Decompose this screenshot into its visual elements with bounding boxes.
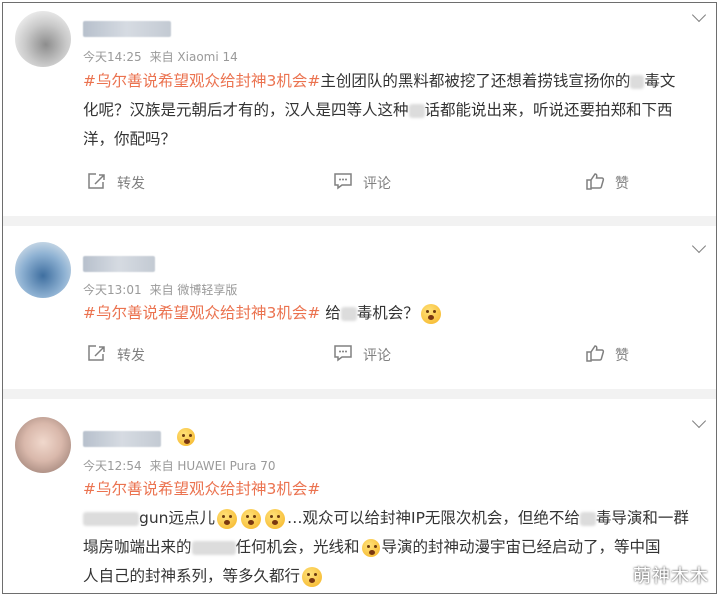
like-button[interactable]: 赞 xyxy=(585,171,629,195)
comment-text: #乌尔善说希望观众给封神3机会#主创团队的黑料都被挖了还想着捞钱宣扬你的 毒文 化… xyxy=(83,72,676,148)
comment-feed: 今天14:25 来自 Xiaomi 14 #乌尔善说希望观众给封神3机会#主创团队… xyxy=(2,2,717,594)
comment-button[interactable]: 评论 xyxy=(333,171,391,195)
post-meta: 今天14:25 来自 Xiaomi 14 xyxy=(83,48,238,65)
separator xyxy=(3,389,716,399)
chevron-down-icon[interactable] xyxy=(691,7,707,23)
repost-button[interactable]: 转发 xyxy=(87,171,145,195)
redacted-text xyxy=(408,103,425,118)
avatar[interactable] xyxy=(15,242,71,298)
watermark: 萌神木木 xyxy=(633,566,709,587)
username-redacted[interactable] xyxy=(83,256,155,272)
laughing-emoji-icon xyxy=(420,303,441,324)
comment-text: #乌尔善说希望观众给封神3机会# 给毒机会？ xyxy=(83,299,708,328)
repost-icon xyxy=(87,172,107,194)
redacted-text xyxy=(191,540,236,555)
redacted-text xyxy=(579,511,596,526)
comment-icon xyxy=(333,344,353,366)
separator xyxy=(3,216,716,226)
username-redacted[interactable] xyxy=(83,431,161,447)
comment-card: 今天12:54 来自 HUAWEI Pura 70 #乌尔善说希望观众给封神3机会… xyxy=(3,399,716,593)
comment-button[interactable]: 评论 xyxy=(333,343,391,367)
post-time: 今天12:54 xyxy=(83,459,142,473)
action-bar: 转发 评论 赞 xyxy=(3,171,716,195)
comment-card: 今天13:01 来自 微博轻享版 #乌尔善说希望观众给封神3机会# 给毒机会？ 转… xyxy=(3,226,716,389)
crying-emoji-icon xyxy=(217,508,237,529)
like-button[interactable]: 赞 xyxy=(585,343,629,367)
thumbs-up-icon xyxy=(585,344,605,366)
thumbs-up-icon xyxy=(585,172,605,194)
crying-emoji-icon xyxy=(241,508,261,529)
post-source: 来自 Xiaomi 14 xyxy=(149,50,238,64)
redacted-text xyxy=(630,74,645,89)
redacted-text xyxy=(83,511,139,526)
topic-link[interactable]: #乌尔善说希望观众给封神3机会# xyxy=(83,72,320,90)
crying-emoji-icon xyxy=(265,508,285,529)
avatar[interactable] xyxy=(15,11,71,67)
action-bar: 转发 评论 赞 xyxy=(3,343,716,367)
badge-emoji-icon xyxy=(177,428,195,446)
chevron-down-icon[interactable] xyxy=(691,413,707,429)
comment-card: 今天14:25 来自 Xiaomi 14 #乌尔善说希望观众给封神3机会#主创团队… xyxy=(3,3,716,216)
topic-link[interactable]: #乌尔善说希望观众给封神3机会# xyxy=(83,304,320,322)
redacted-text xyxy=(340,306,357,321)
post-time: 今天13:01 xyxy=(83,283,142,297)
post-source: 来自 HUAWEI Pura 70 xyxy=(149,459,276,473)
post-source: 来自 微博轻享版 xyxy=(149,283,238,297)
post-time: 今天14:25 xyxy=(83,50,142,64)
topic-link[interactable]: #乌尔善说希望观众给封神3机会# xyxy=(83,480,320,498)
avatar[interactable] xyxy=(15,417,71,473)
cheese-emoji-icon xyxy=(361,538,380,557)
laughing-emoji-icon xyxy=(302,566,323,587)
chevron-down-icon[interactable] xyxy=(691,238,707,254)
post-meta: 今天12:54 来自 HUAWEI Pura 70 xyxy=(83,457,276,474)
post-meta: 今天13:01 来自 微博轻享版 xyxy=(83,281,237,298)
repost-icon xyxy=(87,344,107,366)
comment-icon xyxy=(333,172,353,194)
repost-button[interactable]: 转发 xyxy=(87,343,145,367)
username-redacted[interactable] xyxy=(83,21,171,37)
comment-text: #乌尔善说希望观众给封神3机会# gun远点儿 …观众可以给封神IP无限次机会，但… xyxy=(83,480,689,587)
